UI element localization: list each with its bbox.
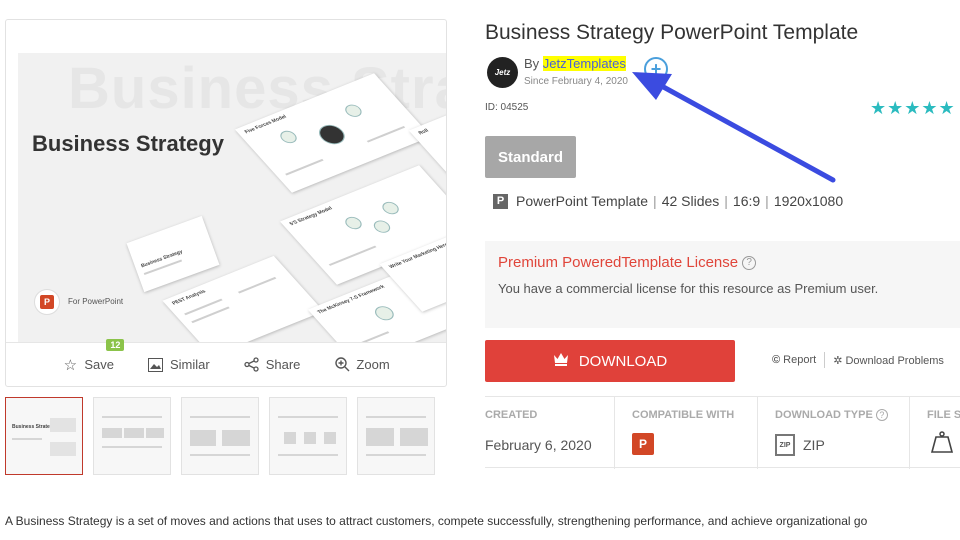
license-title: Premium PoweredTemplate License? <box>498 254 757 271</box>
meta-file-size: FILE S <box>909 397 960 469</box>
spec-slides: 42 Slides <box>661 193 720 209</box>
meta-file-size-head: FILE S <box>927 409 960 421</box>
crown-icon <box>553 352 569 371</box>
report-link[interactable]: © Report <box>772 354 816 366</box>
meta-download-type-head: DOWNLOAD TYPE ? <box>775 409 888 421</box>
download-problems-label: Download Problems <box>845 354 944 367</box>
preview-card: Business Strategy Business Strategy Busi… <box>5 19 447 387</box>
license-box: Premium PoweredTemplate License? You hav… <box>485 241 960 328</box>
help-icon[interactable]: ? <box>875 409 888 421</box>
share-button[interactable]: Share <box>244 357 301 373</box>
report-links: © Report ✲ Download Problems <box>772 352 944 368</box>
author-link[interactable]: JetzTemplates <box>542 56 626 71</box>
zoom-in-icon <box>334 357 350 373</box>
by-prefix: By <box>524 56 540 71</box>
standard-plan-button[interactable]: Standard <box>485 136 576 178</box>
author-byline: By JetzTemplates <box>524 56 626 71</box>
license-title-text: Premium PoweredTemplate License <box>498 254 739 271</box>
powerpoint-icon: P <box>632 433 654 455</box>
save-count-badge: 12 <box>106 338 125 351</box>
mini-slide-title: PEST Analysis <box>170 288 208 307</box>
weight-icon <box>930 431 954 459</box>
meta-compatible-head: COMPATIBLE WITH <box>632 409 735 421</box>
zip-file-icon: ZIP <box>775 434 795 456</box>
help-icon[interactable]: ? <box>742 256 757 270</box>
similar-label: Similar <box>169 357 210 372</box>
spec-resolution: 1920x1080 <box>773 193 844 209</box>
meta-created-head: CREATED <box>485 409 538 421</box>
preview-mini-slide: Business Strategy <box>126 215 220 293</box>
bug-icon: ✲ <box>833 354 843 367</box>
template-id: ID: 04525 <box>485 102 529 113</box>
thumbnail[interactable] <box>357 397 435 475</box>
meta-created-value: February 6, 2020 <box>485 437 592 453</box>
thumbnail[interactable]: Business Strategy <box>5 397 83 475</box>
thumbnail[interactable] <box>181 397 259 475</box>
share-label: Share <box>265 357 301 372</box>
rating-stars[interactable]: ★★★★★ <box>870 98 956 119</box>
author-since: Since February 4, 2020 <box>524 76 628 87</box>
follow-author-button[interactable]: + <box>644 57 668 81</box>
download-label: DOWNLOAD <box>578 352 668 370</box>
meta-compatible: COMPATIBLE WITH P <box>614 397 757 469</box>
thumbnail-strip: Business Strategy <box>5 397 447 475</box>
preview-action-bar: ☆ Save 12 Similar Share Zoom <box>6 338 446 386</box>
thumbnail[interactable] <box>269 397 347 475</box>
for-powerpoint-label: For PowerPoint <box>68 297 124 306</box>
thumbnail[interactable] <box>93 397 171 475</box>
download-button[interactable]: DOWNLOAD <box>485 340 735 382</box>
zoom-button[interactable]: Zoom <box>334 357 390 373</box>
spec-type: PowerPoint Template <box>516 193 649 209</box>
author-avatar[interactable]: Jetz <box>487 57 518 88</box>
share-icon <box>244 357 260 373</box>
template-specs: P PowerPoint Template | 42 Slides | 16:9… <box>493 193 843 209</box>
save-button[interactable]: ☆ Save 12 <box>62 338 125 374</box>
preview-cover-title: Business Strategy <box>32 131 224 156</box>
plus-icon: + <box>650 59 662 79</box>
template-preview-image[interactable]: Business Strategy Business Strategy Busi… <box>18 53 446 342</box>
divider <box>824 352 826 368</box>
meta-download-type-value: ZIP <box>803 437 825 453</box>
download-problems-link[interactable]: ✲ Download Problems <box>833 354 944 367</box>
star-outline-icon: ☆ <box>63 356 78 374</box>
zoom-label: Zoom <box>356 357 390 372</box>
report-label: Report <box>783 354 817 366</box>
similar-button[interactable]: Similar <box>148 357 210 373</box>
meta-download-type: DOWNLOAD TYPE ? ZIP ZIP <box>757 397 909 469</box>
license-description: You have a commercial license for this r… <box>498 281 879 296</box>
meta-table: CREATED February 6, 2020 COMPATIBLE WITH… <box>485 396 960 469</box>
meta-created: CREATED February 6, 2020 <box>485 397 613 469</box>
mini-slide-title: 5'S Strategy Model <box>288 205 334 228</box>
save-label: Save <box>84 357 114 372</box>
powerpoint-file-icon: P <box>493 193 508 209</box>
spec-ratio: 16:9 <box>732 193 761 209</box>
mini-slide-title: Roll <box>417 127 431 137</box>
copyright-icon: © <box>772 354 781 366</box>
page-title: Business Strategy PowerPoint Template <box>485 21 859 44</box>
powerpoint-icon: P <box>34 289 60 315</box>
image-icon <box>148 357 164 373</box>
template-description: A Business Strategy is a set of moves an… <box>5 514 868 528</box>
